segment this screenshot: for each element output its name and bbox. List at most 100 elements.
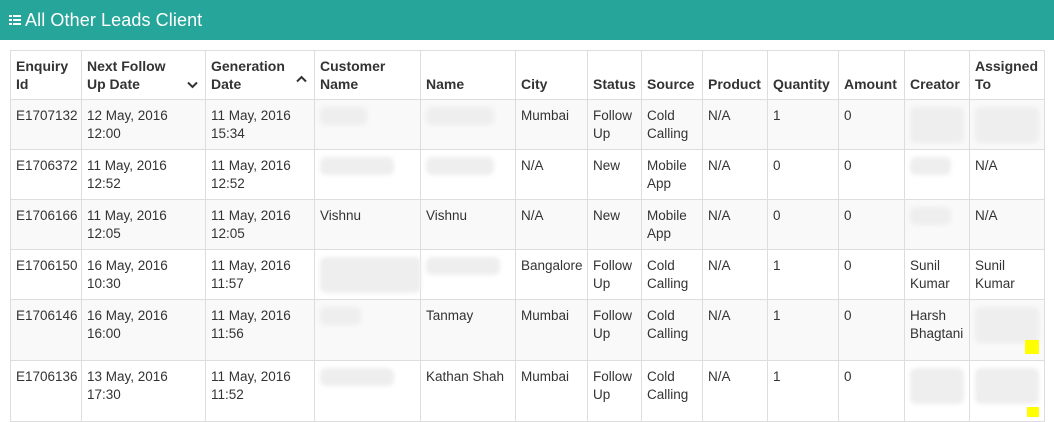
redacted-text: xxxxx xxxxxxxx — [975, 307, 1039, 343]
table-row[interactable]: E1706166 11 May, 2016 12:05 11 May, 2016… — [10, 199, 1045, 250]
cell-enquiry-id: E1706150 — [10, 249, 82, 300]
cell-status: Follow Up — [587, 99, 642, 150]
col-header-city[interactable]: City — [515, 50, 588, 100]
cell-source: Cold Calling — [641, 360, 703, 422]
cell-amount: 0 — [838, 149, 905, 200]
cell-status: Follow Up — [587, 360, 642, 422]
col-header-amount[interactable]: Amount — [838, 50, 905, 100]
col-header-source[interactable]: Source — [641, 50, 703, 100]
cell-name: xxxxxxxxxx — [420, 99, 516, 150]
cell-customer-name: xxxxxxx — [314, 99, 421, 150]
col-header-assigned-to[interactable]: Assigned To — [969, 50, 1045, 100]
cell-customer-name: xxxxxxxxxxx — [314, 149, 421, 200]
table-row[interactable]: E1706146 16 May, 2016 16:00 11 May, 2016… — [10, 299, 1045, 361]
cell-enquiry-id: E1706372 — [10, 149, 82, 200]
cell-source: Cold Calling — [641, 249, 703, 300]
cell-next-follow-up: 16 May, 2016 10:30 — [81, 249, 206, 300]
cell-name: xxxxxxxxxxx — [420, 249, 516, 300]
table-icon — [9, 15, 21, 25]
cell-quantity: 1 — [767, 249, 839, 300]
cell-amount: 0 — [838, 199, 905, 250]
cell-status: New — [587, 149, 642, 200]
cell-generation: 11 May, 2016 15:34 — [205, 99, 315, 150]
sort-asc-icon[interactable] — [296, 75, 307, 83]
sort-desc-icon[interactable] — [187, 81, 198, 89]
cell-assigned-to: Sunil Kumar — [969, 249, 1045, 300]
redacted-text: xxxxx xxxxxxx — [975, 368, 1039, 404]
redacted-text: xxxxx xxxxx — [975, 107, 1039, 143]
cell-city: Mumbai — [515, 299, 588, 361]
highlight-marker — [1027, 407, 1039, 417]
col-header-enquiry-id[interactable]: Enquiry Id — [10, 50, 82, 100]
redacted-text: xxxxxxxxxx — [426, 157, 494, 175]
col-header-customer-name[interactable]: Customer Name — [314, 50, 421, 100]
cell-next-follow-up: 13 May, 2016 17:30 — [81, 360, 206, 422]
cell-customer-name: xxxxxx — [314, 299, 421, 361]
cell-city: Mumbai — [515, 99, 588, 150]
cell-assigned-to: N/A — [969, 199, 1045, 250]
col-header-label: Generation Date — [211, 58, 285, 92]
cell-city: N/A — [515, 199, 588, 250]
cell-customer-name: xxxxxxxxxxxxxxx xxxxx — [314, 249, 422, 300]
cell-next-follow-up: 16 May, 2016 16:00 — [81, 299, 206, 361]
col-header-label: Next Follow Up Date — [87, 58, 166, 92]
cell-name: Kathan Shah — [420, 360, 516, 422]
cell-quantity: 1 — [767, 299, 839, 361]
col-header-quantity[interactable]: Quantity — [767, 50, 839, 100]
redacted-text: xxxxxxxxxx — [426, 107, 494, 125]
cell-assigned-to: xxxxx xxxxxxxx — [969, 299, 1045, 361]
col-header-product[interactable]: Product — [702, 50, 768, 100]
cell-product: N/A — [702, 249, 768, 300]
cell-enquiry-id: E1707132 — [10, 99, 82, 150]
cell-product: N/A — [702, 149, 768, 200]
redacted-text: xxxxxxxxxxxxxxx xxxxx — [320, 257, 422, 293]
cell-source: Mobile App — [641, 199, 703, 250]
cell-quantity: 0 — [767, 199, 839, 250]
table-row[interactable]: E1706150 16 May, 2016 10:30 11 May, 2016… — [10, 249, 1045, 300]
cell-enquiry-id: E1706166 — [10, 199, 82, 250]
cell-creator: Harsh Bhagtani — [904, 299, 970, 361]
table-row[interactable]: E1706372 11 May, 2016 12:52 11 May, 2016… — [10, 149, 1045, 200]
cell-amount: 0 — [838, 99, 905, 150]
cell-product: N/A — [702, 199, 768, 250]
cell-assigned-to: xxxxx xxxxx — [969, 99, 1045, 150]
col-header-creator[interactable]: Creator — [904, 50, 970, 100]
cell-amount: 0 — [838, 360, 905, 422]
cell-next-follow-up: 12 May, 2016 12:00 — [81, 99, 206, 150]
cell-name: Vishnu — [420, 199, 516, 250]
cell-city: Bangalore — [515, 249, 588, 300]
cell-status: Follow Up — [587, 299, 642, 361]
cell-creator: xxxxxx — [904, 149, 970, 200]
cell-product: N/A — [702, 360, 768, 422]
cell-amount: 0 — [838, 299, 905, 361]
leads-table-container[interactable]: Enquiry Id Next Follow Up Date Generatio… — [10, 50, 1050, 422]
cell-generation: 11 May, 2016 11:52 — [205, 360, 315, 422]
table-header-row: Enquiry Id Next Follow Up Date Generatio… — [10, 50, 1045, 100]
cell-assigned-to: N/A — [969, 149, 1045, 200]
cell-customer-name: xxxxxxxxxxx — [314, 360, 421, 422]
cell-generation: 11 May, 2016 12:52 — [205, 149, 315, 200]
col-header-name[interactable]: Name — [420, 50, 516, 100]
redacted-text: xxxxxxxxxxx — [320, 368, 395, 386]
cell-name: xxxxxxxxxx — [420, 149, 516, 200]
cell-generation: 11 May, 2016 11:57 — [205, 249, 315, 300]
cell-creator: xxxxxx — [904, 199, 970, 250]
redacted-text: xxxxx xxxxxx — [910, 368, 964, 404]
cell-generation: 11 May, 2016 12:05 — [205, 199, 315, 250]
cell-assigned-to: xxxxx xxxxxxx — [969, 360, 1045, 422]
cell-creator: Sunil Kumar — [904, 249, 970, 300]
col-header-status[interactable]: Status — [587, 50, 642, 100]
cell-source: Mobile App — [641, 149, 703, 200]
cell-source: Cold Calling — [641, 299, 703, 361]
col-header-generation-date[interactable]: Generation Date — [205, 50, 315, 100]
redacted-text: xxxxxxxxxxx — [426, 257, 501, 275]
cell-quantity: 1 — [767, 360, 839, 422]
cell-amount: 0 — [838, 249, 905, 300]
redacted-text: xxxxxx — [320, 307, 361, 325]
table-row[interactable]: E1707132 12 May, 2016 12:00 11 May, 2016… — [10, 99, 1045, 150]
redacted-text: xxxxxx — [910, 207, 951, 225]
col-header-next-follow-up-date[interactable]: Next Follow Up Date — [81, 50, 206, 100]
cell-product: N/A — [702, 299, 768, 361]
table-row[interactable]: E1706136 13 May, 2016 17:30 11 May, 2016… — [10, 360, 1045, 422]
cell-enquiry-id: E1706146 — [10, 299, 82, 361]
